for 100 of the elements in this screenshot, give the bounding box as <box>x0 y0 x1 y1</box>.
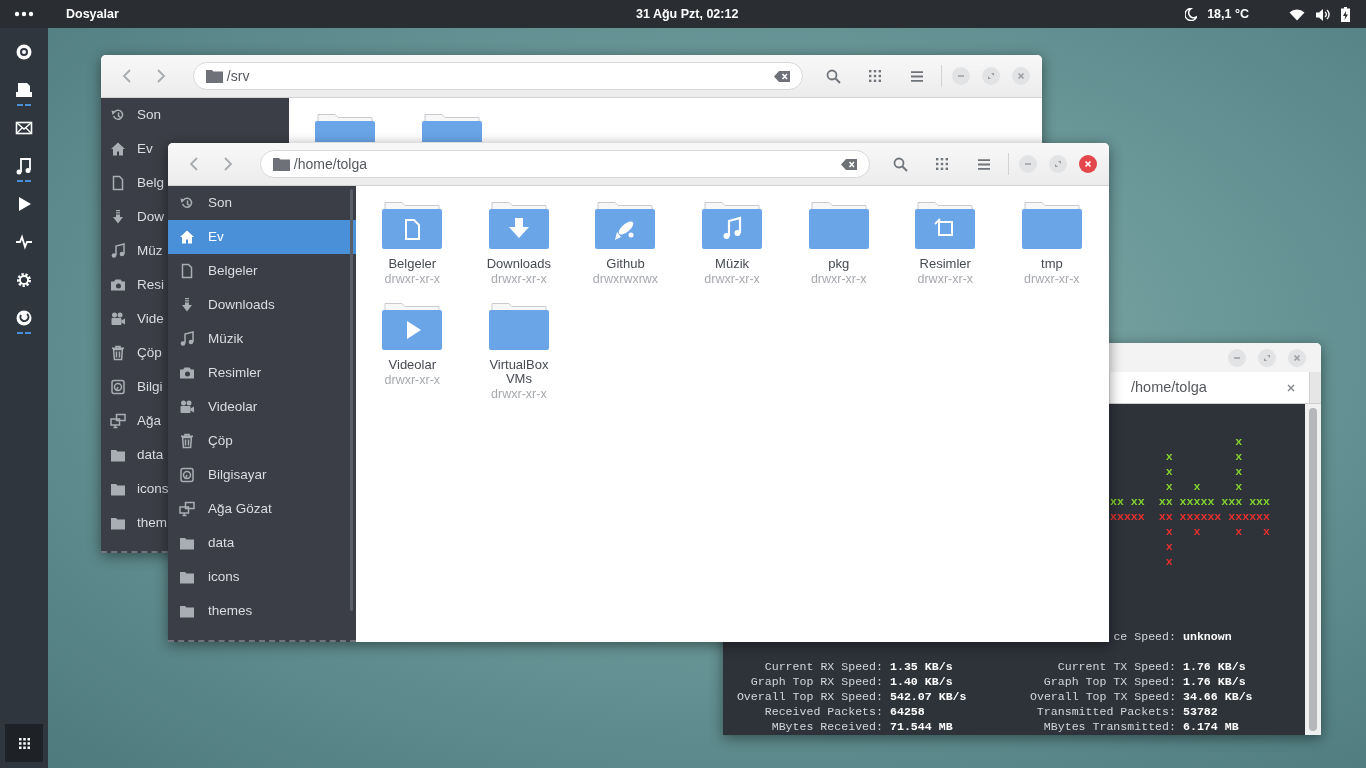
close-button[interactable] <box>1012 67 1030 85</box>
file-name: Github <box>606 257 645 271</box>
clock[interactable]: 31 Ağu Pzt, 02:12 <box>636 4 739 24</box>
folder-icon[interactable] <box>594 201 657 249</box>
globe-swirl-icon[interactable] <box>15 309 33 327</box>
pulse-icon[interactable] <box>15 233 33 251</box>
sidebar-item[interactable]: Resimler <box>168 356 356 390</box>
folder-icon[interactable] <box>487 302 550 350</box>
folder-icon[interactable] <box>381 201 444 249</box>
menu-icon <box>978 158 991 170</box>
envelope-icon[interactable] <box>15 119 33 137</box>
sidebar-item[interactable]: Downloads <box>168 288 356 322</box>
sidebar-item[interactable]: Bilgi <box>101 370 168 404</box>
close-icon <box>1017 72 1025 80</box>
music-note-icon[interactable] <box>15 157 33 175</box>
camera-icon <box>110 277 126 293</box>
trash-icon <box>179 433 195 449</box>
file-name: tmp <box>1041 257 1063 271</box>
sidebar-item[interactable]: Vide <box>101 302 168 336</box>
chevron-left-icon <box>188 157 199 171</box>
graph-row-text: x x x <box>1164 479 1243 494</box>
sidebar-item[interactable]: Müzik <box>168 322 356 356</box>
minimize-icon <box>1024 160 1033 168</box>
folder-icon[interactable] <box>381 302 444 350</box>
grid-icon <box>936 158 949 170</box>
sidebar-item[interactable]: icons <box>101 472 168 506</box>
sidebar-item[interactable]: Çöp <box>168 424 356 458</box>
scrollbar[interactable] <box>350 189 353 611</box>
sidebar-item[interactable]: themes <box>168 594 356 628</box>
folder-icon[interactable] <box>807 201 870 249</box>
close-button[interactable] <box>1288 348 1306 367</box>
stat-value: 6.174 MB <box>1182 719 1240 734</box>
folder-icon[interactable] <box>701 201 764 249</box>
path-bar[interactable]: /home/tolga <box>259 150 871 178</box>
close-tab-icon[interactable] <box>1287 383 1295 392</box>
permissions-text: drwxr-xr-x <box>704 271 760 287</box>
sidebar-item[interactable]: Ağa <box>101 404 168 438</box>
file-name: Belgeler <box>388 257 437 271</box>
folder-icon <box>179 569 195 585</box>
file-name: Downloads <box>486 257 552 271</box>
maximize-icon <box>987 72 996 80</box>
maximize-button[interactable] <box>1049 155 1068 173</box>
sidebar-item[interactable]: Müz <box>101 234 168 268</box>
search-icon <box>825 68 841 84</box>
minimize-button[interactable] <box>952 67 971 85</box>
sidebar-item[interactable]: icons <box>168 560 356 594</box>
sidebar-item[interactable]: Ağa Gözat <box>168 492 356 526</box>
music-note-icon <box>179 331 195 347</box>
stat-label: Received Packets: <box>763 704 883 719</box>
app-menu[interactable]: Dosyalar <box>66 4 119 24</box>
sidebar-item[interactable]: Bilgisayar <box>168 458 356 492</box>
sidebar-item[interactable]: Son <box>168 186 356 220</box>
sidebar-item[interactable]: Çöp <box>101 336 168 370</box>
sidebar-item[interactable]: them <box>101 506 168 540</box>
sidebar-item[interactable]: Belg <box>101 166 168 200</box>
minimize-button[interactable] <box>1228 348 1246 367</box>
scrollbar[interactable] <box>1305 404 1321 735</box>
app-grid-button[interactable] <box>5 724 43 762</box>
minimize-button[interactable] <box>1019 155 1038 173</box>
clock-arrow-icon <box>110 107 126 123</box>
sidebar-item[interactable]: Belgeler <box>168 254 356 288</box>
clear-icon[interactable] <box>841 158 858 170</box>
ring-icon[interactable] <box>15 43 33 61</box>
folder-icon[interactable] <box>1020 201 1083 249</box>
movie-camera-icon <box>179 399 195 415</box>
permissions-text: drwxr-xr-x <box>810 271 867 287</box>
folder-icon[interactable] <box>420 113 483 142</box>
maximize-button[interactable] <box>1258 348 1276 367</box>
clear-icon[interactable] <box>774 70 791 82</box>
folder-icon[interactable] <box>314 113 377 142</box>
battery-icon[interactable] <box>1341 6 1350 22</box>
sidebar-item[interactable]: Videolar <box>168 390 356 424</box>
close-button[interactable] <box>1079 155 1097 173</box>
gear-icon[interactable] <box>15 271 33 289</box>
document-icon <box>110 175 126 191</box>
stat-label: Graph Top RX Speed: <box>749 674 883 689</box>
wifi-icon[interactable] <box>1289 7 1305 21</box>
path-bar[interactable]: /srv <box>192 62 804 90</box>
stat-value: 1.35 KB/s <box>889 659 954 674</box>
grid-icon <box>869 70 882 82</box>
permissions-text: drwxr-xr-x <box>491 386 547 402</box>
movie-camera-icon <box>110 311 126 327</box>
graph-row-text: x <box>1164 554 1173 569</box>
sidebar-item[interactable]: Ev <box>101 132 168 166</box>
folder-icon[interactable] <box>914 201 977 249</box>
volume-icon[interactable] <box>1315 7 1331 21</box>
maximize-button[interactable] <box>982 67 1001 85</box>
drawer-icon[interactable] <box>15 81 33 99</box>
sidebar-item[interactable]: data <box>168 526 356 560</box>
activities-menu-icon[interactable] <box>14 11 34 17</box>
sidebar-item[interactable]: Dow <box>101 200 168 234</box>
terminal-tab[interactable]: /home/tolga <box>1110 372 1310 403</box>
maximize-icon <box>1263 353 1271 362</box>
sidebar-item[interactable]: data <box>101 438 168 472</box>
stat-label: Overall Top TX Speed: <box>1030 689 1176 704</box>
folder-icon[interactable] <box>487 201 550 249</box>
sidebar-item[interactable]: Son <box>101 98 168 132</box>
file-name: Müzik <box>715 257 750 271</box>
graph-row: xxxxx xx xxxxxx xxxxxx <box>1110 509 1271 524</box>
sidebar-item[interactable]: Resi <box>101 268 168 302</box>
